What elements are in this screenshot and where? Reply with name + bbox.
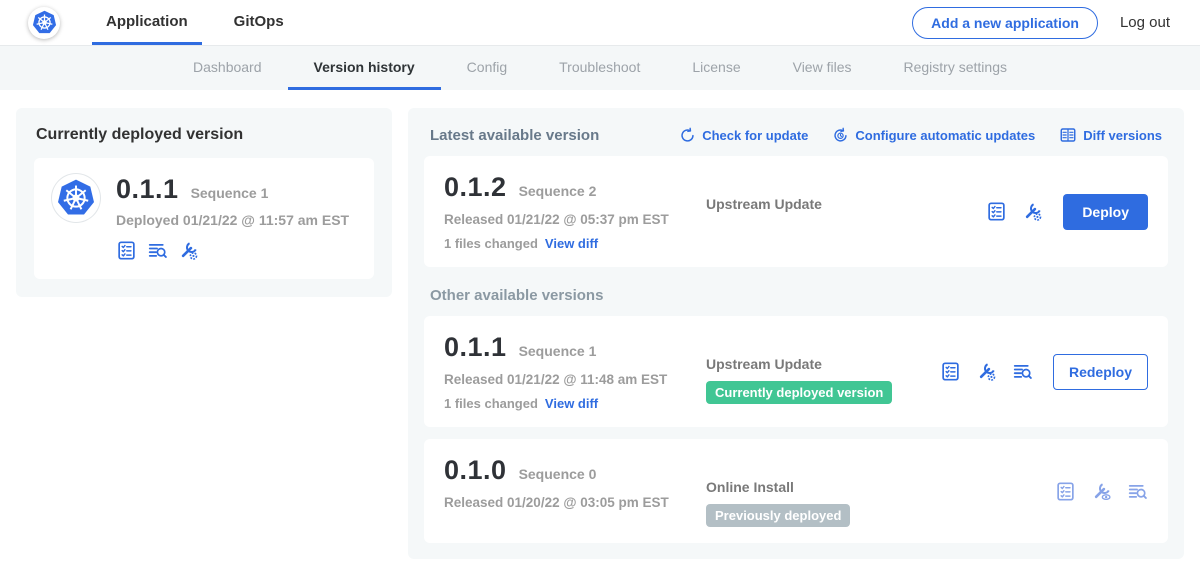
files-changed: 1 files changed <box>444 396 538 411</box>
wrench-gear-icon <box>178 240 199 261</box>
version-info: 0.1.1 Sequence 1 Released 01/21/22 @ 11:… <box>444 332 706 411</box>
currently-deployed-panel: Currently deployed version 0.1.1 Sequenc… <box>16 108 392 297</box>
topbar-right: Add a new application Log out <box>912 0 1170 45</box>
deploy-button[interactable]: Deploy <box>1063 194 1148 230</box>
deployed-sequence: Sequence 1 <box>191 185 269 201</box>
deployed-version-card: 0.1.1 Sequence 1 Deployed 01/21/22 @ 11:… <box>34 158 374 279</box>
logs-magnifier-icon <box>1012 361 1033 382</box>
deployed-version-number: 0.1.1 <box>116 174 179 205</box>
check-for-update-link[interactable]: Check for update <box>679 127 808 144</box>
edit-config-icon[interactable] <box>976 361 997 382</box>
configure-automatic-updates-link[interactable]: Configure automatic updates <box>832 127 1035 144</box>
version-row-0-1-2: 0.1.2 Sequence 2 Released 01/21/22 @ 05:… <box>424 156 1168 267</box>
kubernetes-logo-icon <box>55 177 97 219</box>
version-info: 0.1.2 Sequence 2 Released 01/21/22 @ 05:… <box>444 172 706 251</box>
version-sequence: Sequence 1 <box>519 343 597 359</box>
subnav-dashboard[interactable]: Dashboard <box>167 46 288 90</box>
kubernetes-logo-icon <box>31 9 58 36</box>
version-source-col: Online Install Previously deployed <box>706 455 1055 527</box>
version-actions-col <box>1055 481 1148 502</box>
previously-deployed-badge: Previously deployed <box>706 504 850 527</box>
main-content: Currently deployed version 0.1.1 Sequenc… <box>0 90 1200 564</box>
subnav-view-files[interactable]: View files <box>767 46 878 90</box>
version-actions-col: Redeploy <box>940 354 1148 390</box>
currently-deployed-title: Currently deployed version <box>36 126 372 144</box>
version-actions-col: Deploy <box>986 194 1148 230</box>
release-notes-icon[interactable] <box>986 201 1007 222</box>
subnav-registry-settings[interactable]: Registry settings <box>878 46 1033 90</box>
version-actions: Check for update Configure automatic upd… <box>679 126 1162 144</box>
view-config-icon[interactable] <box>1091 481 1112 502</box>
currently-deployed-badge: Currently deployed version <box>706 381 892 404</box>
view-diff-link[interactable]: View diff <box>545 396 598 411</box>
version-source-col: Upstream Update Currently deployed versi… <box>706 332 940 411</box>
release-notes-icon[interactable] <box>1055 481 1076 502</box>
schedule-update-icon <box>832 127 849 144</box>
tab-application[interactable]: Application <box>92 0 202 45</box>
version-row-0-1-0: 0.1.0 Sequence 0 Released 01/20/22 @ 03:… <box>424 439 1168 543</box>
version-sequence: Sequence 0 <box>519 466 597 482</box>
version-sequence: Sequence 2 <box>519 183 597 199</box>
view-logs-icon[interactable] <box>1012 361 1033 382</box>
top-header: Application GitOps Add a new application… <box>0 0 1200 46</box>
logs-magnifier-icon <box>147 240 168 261</box>
logout-button[interactable]: Log out <box>1120 14 1170 31</box>
app-icon-ring <box>52 174 100 222</box>
latest-version-title: Latest available version <box>430 127 599 144</box>
version-released: Released 01/21/22 @ 05:37 pm EST <box>444 212 706 227</box>
version-source: Upstream Update <box>706 196 986 212</box>
checklist-icon <box>1055 481 1076 502</box>
release-notes-icon[interactable] <box>940 361 961 382</box>
version-number: 0.1.2 <box>444 172 507 203</box>
files-changed: 1 files changed <box>444 236 538 251</box>
subnav-license[interactable]: License <box>666 46 766 90</box>
redeploy-button[interactable]: Redeploy <box>1053 354 1148 390</box>
subnav-troubleshoot[interactable]: Troubleshoot <box>533 46 666 90</box>
release-notes-icon[interactable] <box>116 240 137 261</box>
version-history-panel: Latest available version Check for updat… <box>408 108 1184 559</box>
view-diff-link[interactable]: View diff <box>545 236 598 251</box>
diff-versions-label: Diff versions <box>1083 128 1162 143</box>
version-source: Online Install <box>706 479 1055 495</box>
version-source: Upstream Update <box>706 356 940 372</box>
deployed-timestamp: Deployed 01/21/22 @ 11:57 am EST <box>116 212 349 228</box>
version-number: 0.1.1 <box>444 332 507 363</box>
app-subnav: Dashboard Version history Config Trouble… <box>0 46 1200 90</box>
version-info: 0.1.0 Sequence 0 Released 01/20/22 @ 03:… <box>444 455 706 527</box>
configure-automatic-updates-label: Configure automatic updates <box>855 128 1035 143</box>
version-released: Released 01/21/22 @ 11:48 am EST <box>444 372 706 387</box>
deployed-version-details: 0.1.1 Sequence 1 Deployed 01/21/22 @ 11:… <box>116 174 349 261</box>
wrench-eye-icon <box>1091 481 1112 502</box>
checklist-icon <box>116 240 137 261</box>
logs-magnifier-icon <box>1127 481 1148 502</box>
version-source-col: Upstream Update <box>706 172 986 251</box>
add-application-button[interactable]: Add a new application <box>912 7 1098 39</box>
edit-config-icon[interactable] <box>1022 201 1043 222</box>
refresh-icon <box>679 127 696 144</box>
version-number: 0.1.0 <box>444 455 507 486</box>
app-logo <box>28 7 60 39</box>
latest-version-header: Latest available version Check for updat… <box>424 122 1168 156</box>
edit-config-icon[interactable] <box>178 240 199 261</box>
tab-gitops[interactable]: GitOps <box>220 0 298 45</box>
checklist-icon <box>940 361 961 382</box>
subnav-version-history[interactable]: Version history <box>288 46 441 90</box>
diff-icon <box>1059 126 1077 144</box>
version-row-0-1-1: 0.1.1 Sequence 1 Released 01/21/22 @ 11:… <box>424 316 1168 427</box>
checklist-icon <box>986 201 1007 222</box>
subnav-config[interactable]: Config <box>441 46 533 90</box>
wrench-gear-icon <box>976 361 997 382</box>
view-logs-icon[interactable] <box>1127 481 1148 502</box>
diff-versions-link[interactable]: Diff versions <box>1059 126 1162 144</box>
view-logs-icon[interactable] <box>147 240 168 261</box>
version-released: Released 01/20/22 @ 03:05 pm EST <box>444 495 706 510</box>
other-versions-title: Other available versions <box>430 287 1162 304</box>
wrench-gear-icon <box>1022 201 1043 222</box>
check-for-update-label: Check for update <box>702 128 808 143</box>
